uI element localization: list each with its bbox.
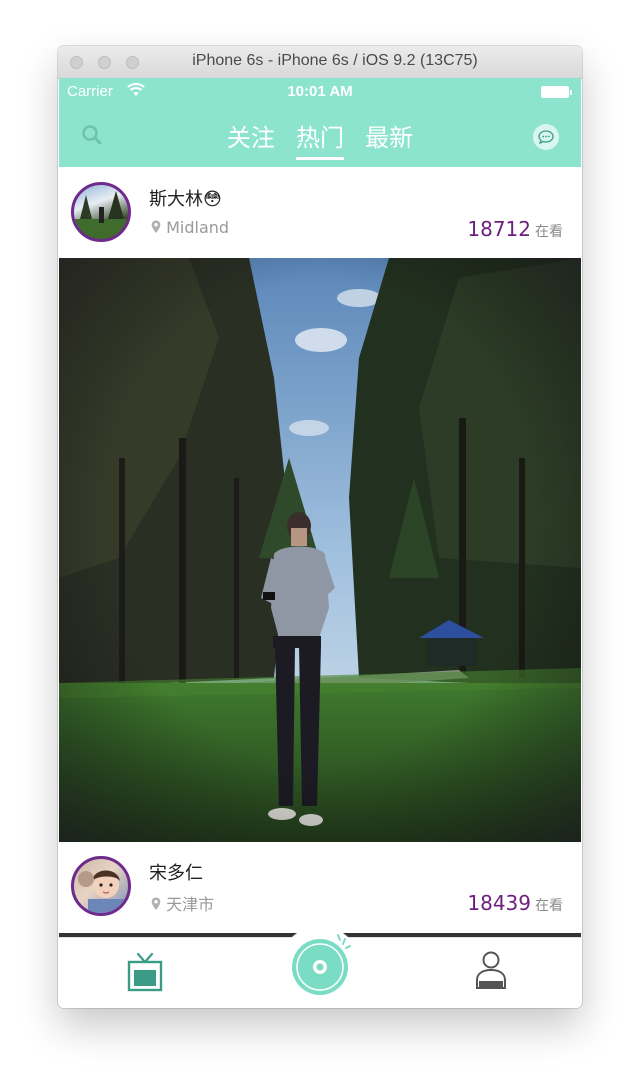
viewer-count-suffix: 在看 xyxy=(535,898,563,914)
location: Midland xyxy=(151,218,229,237)
nav-bar: 关注 热门 最新 xyxy=(59,106,581,167)
top-bar: Carrier 10:01 AM 关注 热门 最新 xyxy=(59,78,581,167)
tv-icon[interactable] xyxy=(127,952,163,996)
username: 宋多仁 xyxy=(149,863,203,884)
viewer-count-value: 18712 xyxy=(467,217,531,241)
location-pin-icon xyxy=(151,218,166,237)
go-live-button[interactable] xyxy=(279,926,361,1008)
location: 天津市 xyxy=(151,891,214,915)
username: 斯大林😳 xyxy=(149,189,222,210)
simulator-window: iPhone 6s - iPhone 6s / iOS 9.2 (13C75) … xyxy=(58,46,582,1008)
window-title: iPhone 6s - iPhone 6s / iOS 9.2 (13C75) xyxy=(192,52,478,69)
location-pin-icon xyxy=(151,895,166,914)
viewer-count-value: 18439 xyxy=(467,891,531,915)
location-label: Midland xyxy=(166,218,230,237)
tab-following[interactable]: 关注 xyxy=(227,118,275,157)
viewer-count-suffix: 在看 xyxy=(535,224,563,240)
avatar[interactable] xyxy=(71,856,131,916)
profile-icon[interactable] xyxy=(473,950,509,996)
window-titlebar: iPhone 6s - iPhone 6s / iOS 9.2 (13C75) xyxy=(58,46,582,79)
feed-card-header[interactable]: 斯大林😳 Midland 18712 在看 xyxy=(59,167,581,258)
phone-screen: Carrier 10:01 AM 关注 热门 最新 斯大林😳 Midland 1… xyxy=(59,78,581,1008)
battery-icon xyxy=(541,86,572,98)
live-stream-cover[interactable] xyxy=(59,258,581,842)
status-bar: Carrier 10:01 AM xyxy=(59,78,581,106)
tab-latest[interactable]: 最新 xyxy=(365,118,413,157)
feed-card-header[interactable]: 宋多仁 天津市 18439 在看 xyxy=(59,842,581,933)
viewer-count: 18439 在看 xyxy=(467,891,563,915)
feed-tabs: 关注 热门 最新 xyxy=(59,118,581,160)
chat-bubble-icon[interactable] xyxy=(533,124,559,150)
status-time: 10:01 AM xyxy=(287,83,353,100)
tab-hot[interactable]: 热门 xyxy=(296,118,344,160)
viewer-count: 18712 在看 xyxy=(467,217,563,241)
location-label: 天津市 xyxy=(166,895,215,914)
avatar[interactable] xyxy=(71,182,131,242)
